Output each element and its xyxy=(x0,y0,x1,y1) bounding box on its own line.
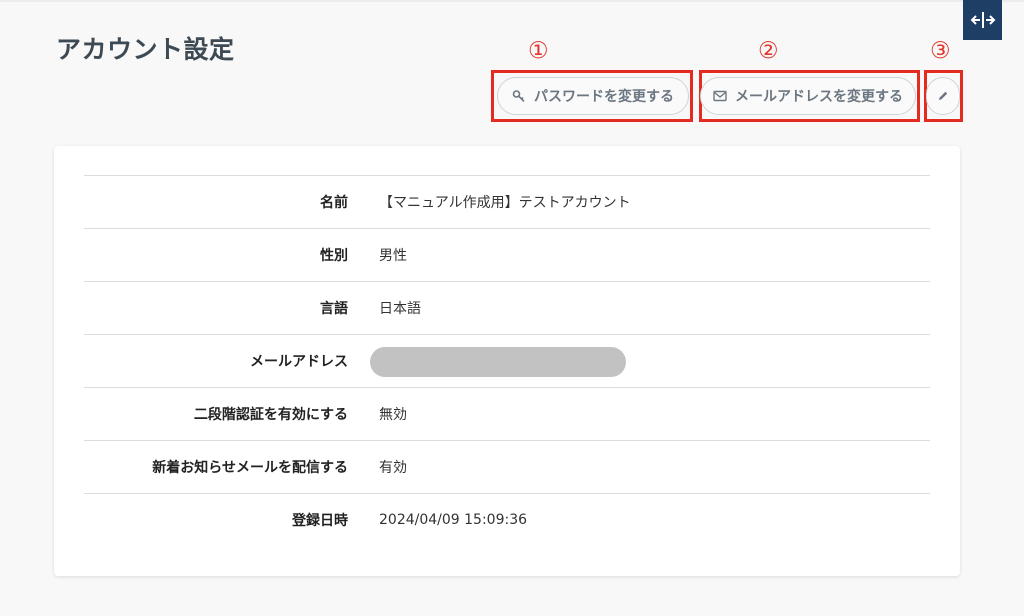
edit-account-button[interactable] xyxy=(926,77,960,115)
page-title: アカウント設定 xyxy=(56,35,235,64)
account-details-list: 名前 【マニュアル作成用】テストアカウント 性別 男性 言語 日本語 メールアド… xyxy=(84,175,930,546)
gender-label: 性別 xyxy=(320,248,348,264)
horizontal-resize-icon xyxy=(970,12,995,28)
two-factor-label: 二段階認証を有効にする xyxy=(193,407,348,423)
detail-row-two-factor: 二段階認証を有効にする 無効 xyxy=(84,387,930,440)
language-label: 言語 xyxy=(320,301,348,317)
change-password-button[interactable]: パスワードを変更する xyxy=(497,77,689,115)
news-mail-label: 新着お知らせメールを配信する xyxy=(152,460,348,476)
detail-row-email: メールアドレス xyxy=(84,334,930,387)
account-details-card: 名前 【マニュアル作成用】テストアカウント 性別 男性 言語 日本語 メールアド… xyxy=(54,146,960,576)
news-mail-value: 有効 xyxy=(379,460,407,476)
detail-row-name: 名前 【マニュアル作成用】テストアカウント xyxy=(84,175,930,228)
email-label: メールアドレス xyxy=(250,354,348,370)
detail-row-news-mail: 新着お知らせメールを配信する 有効 xyxy=(84,440,930,493)
registered-at-label: 登録日時 xyxy=(292,513,348,529)
name-label: 名前 xyxy=(320,195,348,211)
two-factor-value: 無効 xyxy=(379,407,407,423)
detail-row-language: 言語 日本語 xyxy=(84,281,930,334)
envelope-icon xyxy=(713,90,727,102)
annotation-number-3: ③ xyxy=(930,38,951,64)
annotation-number-1: ① xyxy=(528,38,549,64)
top-divider xyxy=(0,0,1024,2)
change-email-button[interactable]: メールアドレスを変更する xyxy=(700,77,916,115)
language-value: 日本語 xyxy=(379,301,421,317)
detail-row-gender: 性別 男性 xyxy=(84,228,930,281)
pencil-icon xyxy=(939,91,948,100)
name-value: 【マニュアル作成用】テストアカウント xyxy=(379,195,631,211)
email-redaction-mask xyxy=(370,347,626,377)
change-email-label: メールアドレスを変更する xyxy=(735,89,903,105)
key-icon xyxy=(512,90,525,102)
gender-value: 男性 xyxy=(379,248,407,264)
annotation-number-2: ② xyxy=(758,38,779,64)
detail-row-registered-at: 登録日時 2024/04/09 15:09:36 xyxy=(84,493,930,546)
registered-at-value: 2024/04/09 15:09:36 xyxy=(379,512,528,528)
change-password-label: パスワードを変更する xyxy=(534,89,674,105)
expand-width-button[interactable] xyxy=(963,0,1002,40)
